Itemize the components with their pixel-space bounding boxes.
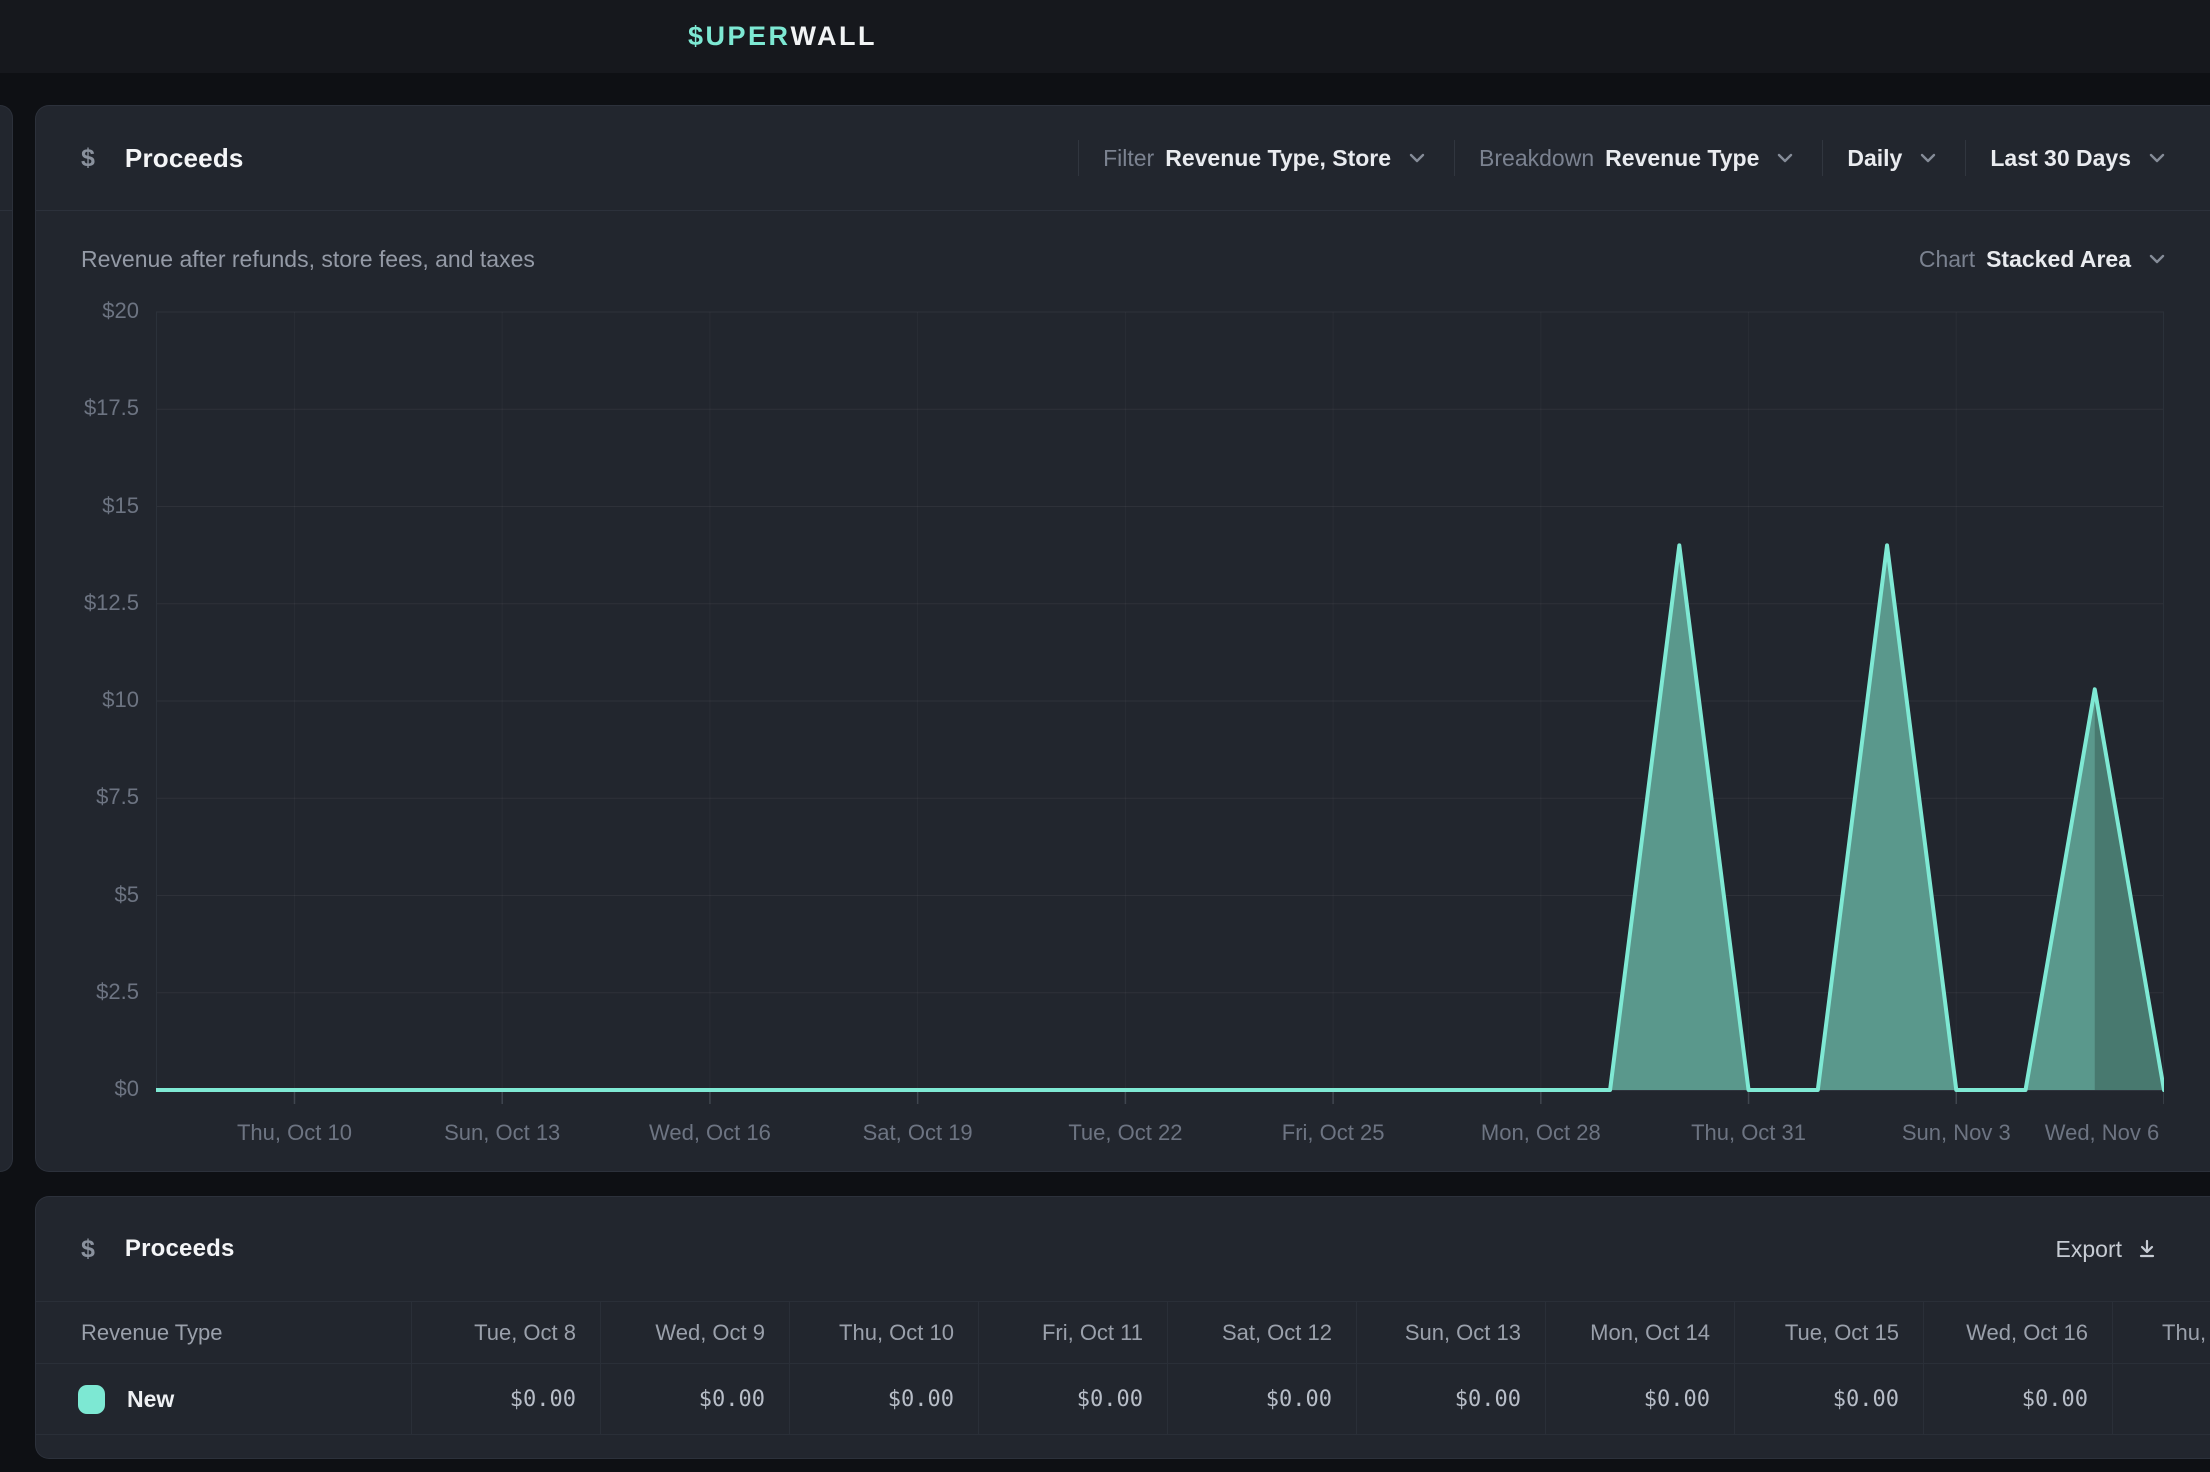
export-button[interactable]: Export bbox=[2056, 1236, 2160, 1263]
column-header-date: Sat, Oct 12 bbox=[1167, 1302, 1356, 1363]
chart-card-title: Proceeds bbox=[125, 143, 244, 174]
y-tick-label: $10 bbox=[36, 687, 139, 713]
table-card-title: Proceeds bbox=[125, 1235, 235, 1263]
x-tick-label: Thu, Oct 10 bbox=[202, 1120, 386, 1146]
x-tick-label: Wed, Oct 16 bbox=[618, 1120, 802, 1146]
value-cell: $0.00 bbox=[789, 1364, 978, 1434]
column-header-date: Thu, Oct 10 bbox=[789, 1302, 978, 1363]
proceeds-area-chart[interactable] bbox=[156, 301, 2164, 1107]
column-header-date: Fri, Oct 11 bbox=[978, 1302, 1167, 1363]
value-cell: $0.00 bbox=[600, 1364, 789, 1434]
chevron-down-icon bbox=[1915, 145, 1941, 171]
divider bbox=[1454, 140, 1455, 176]
row-label-cell: New bbox=[36, 1364, 411, 1434]
table-body: New$0.00$0.00$0.00$0.00$0.00$0.00$0.00$0… bbox=[36, 1364, 2210, 1435]
y-tick-label: $2.5 bbox=[36, 979, 139, 1005]
divider bbox=[1078, 140, 1079, 176]
x-tick-label: Mon, Oct 28 bbox=[1449, 1120, 1633, 1146]
export-label: Export bbox=[2056, 1236, 2122, 1263]
y-tick-label: $7.5 bbox=[36, 784, 139, 810]
chart-card-header: $ Proceeds Filter Revenue Type, Store Br… bbox=[36, 106, 2210, 211]
chart-type-value: Stacked Area bbox=[1986, 246, 2131, 273]
column-header-date: Sun, Oct 13 bbox=[1356, 1302, 1545, 1363]
proceeds-table-card: $ Proceeds Export Revenue TypeTue, Oct 8… bbox=[35, 1196, 2210, 1459]
x-tick-label: Sun, Oct 13 bbox=[410, 1120, 594, 1146]
column-header-date: Tue, Oct 15 bbox=[1734, 1302, 1923, 1363]
chart-type-label: Chart bbox=[1919, 246, 1975, 273]
date-range-value: Last 30 Days bbox=[1990, 145, 2131, 172]
value-cell: $0.00 bbox=[1734, 1364, 1923, 1434]
chart-subtitle: Revenue after refunds, store fees, and t… bbox=[81, 246, 535, 273]
x-tick-label: Wed, Nov 6 bbox=[2010, 1120, 2194, 1146]
chart-type-dropdown[interactable]: Chart Stacked Area bbox=[1919, 246, 2170, 273]
y-tick-label: $0 bbox=[36, 1076, 139, 1102]
superwall-logo[interactable]: $UPERWALL bbox=[688, 0, 877, 73]
value-cell: $0.00 bbox=[1923, 1364, 2112, 1434]
chart-controls: Filter Revenue Type, Store Breakdown Rev… bbox=[1054, 140, 2170, 176]
y-tick-label: $17.5 bbox=[36, 395, 139, 421]
value-cell: $0.00 bbox=[978, 1364, 1167, 1434]
table-header-row: Revenue TypeTue, Oct 8Wed, Oct 9Thu, Oct… bbox=[36, 1301, 2210, 1364]
filter-value: Revenue Type, Store bbox=[1165, 145, 1391, 172]
chart-subheader: Revenue after refunds, store fees, and t… bbox=[36, 211, 2210, 301]
value-cell: $0.00 bbox=[411, 1364, 600, 1434]
adjacent-card-edge bbox=[0, 105, 13, 1172]
x-tick-label: Tue, Oct 22 bbox=[1033, 1120, 1217, 1146]
value-cell: $0.00 bbox=[2112, 1364, 2210, 1434]
x-tick-label: Fri, Oct 25 bbox=[1241, 1120, 1425, 1146]
divider bbox=[1965, 140, 1966, 176]
series-color-swatch bbox=[78, 1385, 105, 1414]
logo-rest: WALL bbox=[791, 21, 877, 52]
column-header-date: Thu, Oct 17 bbox=[2112, 1302, 2210, 1363]
value-cell: $0.00 bbox=[1545, 1364, 1734, 1434]
top-bar: $UPERWALL bbox=[0, 0, 2210, 73]
breakdown-value: Revenue Type bbox=[1605, 145, 1759, 172]
value-cell: $0.00 bbox=[1356, 1364, 1545, 1434]
logo-accent: $UPER bbox=[688, 21, 791, 52]
table-card-header: $ Proceeds Export bbox=[36, 1197, 2210, 1301]
date-range-dropdown[interactable]: Last 30 Days bbox=[1990, 145, 2170, 172]
breakdown-dropdown[interactable]: Breakdown Revenue Type bbox=[1479, 145, 1798, 172]
chevron-down-icon bbox=[2144, 145, 2170, 171]
column-header-date: Tue, Oct 8 bbox=[411, 1302, 600, 1363]
filter-label: Filter bbox=[1103, 145, 1154, 172]
y-tick-label: $5 bbox=[36, 882, 139, 908]
column-header-date: Wed, Oct 9 bbox=[600, 1302, 789, 1363]
chevron-down-icon bbox=[1772, 145, 1798, 171]
y-tick-label: $12.5 bbox=[36, 590, 139, 616]
x-tick-label: Sat, Oct 19 bbox=[826, 1120, 1010, 1146]
interval-dropdown[interactable]: Daily bbox=[1847, 145, 1941, 172]
proceeds-chart-card: $ Proceeds Filter Revenue Type, Store Br… bbox=[35, 105, 2210, 1172]
dollar-icon: $ bbox=[81, 144, 95, 173]
table-row: New$0.00$0.00$0.00$0.00$0.00$0.00$0.00$0… bbox=[36, 1364, 2210, 1435]
row-label: New bbox=[127, 1386, 174, 1413]
y-tick-label: $15 bbox=[36, 493, 139, 519]
breakdown-label: Breakdown bbox=[1479, 145, 1594, 172]
column-header-revenue-type: Revenue Type bbox=[36, 1302, 411, 1363]
interval-value: Daily bbox=[1847, 145, 1902, 172]
chevron-down-icon bbox=[1404, 145, 1430, 171]
value-cell: $0.00 bbox=[1167, 1364, 1356, 1434]
x-tick-label: Thu, Oct 31 bbox=[1657, 1120, 1841, 1146]
column-header-date: Wed, Oct 16 bbox=[1923, 1302, 2112, 1363]
dollar-icon: $ bbox=[81, 1235, 95, 1264]
download-icon bbox=[2134, 1236, 2160, 1262]
column-header-date: Mon, Oct 14 bbox=[1545, 1302, 1734, 1363]
divider bbox=[1822, 140, 1823, 176]
y-tick-label: $20 bbox=[36, 298, 139, 324]
filter-dropdown[interactable]: Filter Revenue Type, Store bbox=[1103, 145, 1430, 172]
chevron-down-icon bbox=[2144, 246, 2170, 272]
